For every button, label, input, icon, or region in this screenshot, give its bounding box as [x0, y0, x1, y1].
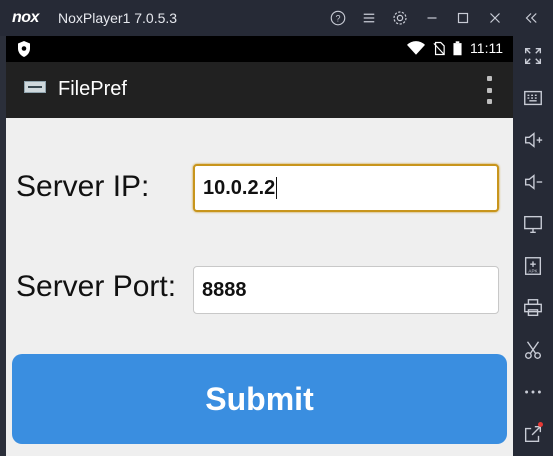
status-time: 11:11	[470, 40, 503, 56]
menu-icon[interactable]	[357, 6, 381, 30]
shield-icon	[18, 41, 30, 57]
close-icon[interactable]	[483, 6, 507, 30]
keyboard-icon[interactable]	[521, 86, 545, 110]
svg-text:?: ?	[335, 13, 340, 23]
minimize-icon[interactable]	[420, 6, 444, 30]
battery-icon	[453, 40, 462, 55]
emulator-side-toolbar: APK	[513, 36, 553, 456]
fullscreen-icon[interactable]	[521, 44, 545, 68]
server-ip-value: 10.0.2.2	[203, 176, 276, 199]
window-title: NoxPlayer1 7.0.5.3	[58, 10, 178, 26]
submit-button[interactable]: Submit	[12, 354, 507, 444]
wifi-icon	[407, 40, 426, 55]
server-ip-input[interactable]: 10.0.2.2	[193, 164, 499, 212]
maximize-icon[interactable]	[451, 6, 475, 30]
settings-icon[interactable]	[388, 6, 412, 30]
app-toolbar: FilePref	[6, 62, 513, 118]
no-sim-icon	[433, 41, 445, 55]
server-port-value: 8888	[202, 278, 247, 301]
nox-logo: nox	[12, 9, 39, 26]
more-icon[interactable]	[521, 380, 545, 404]
volume-up-icon[interactable]	[521, 128, 545, 152]
volume-down-icon[interactable]	[521, 170, 545, 194]
app-title: FilePref	[58, 78, 127, 100]
help-icon[interactable]: ?	[326, 6, 350, 30]
server-ip-label: Server IP:	[16, 170, 150, 203]
server-port-label: Server Port:	[16, 270, 177, 303]
android-status-bar: 11:11	[6, 36, 513, 62]
collapse-sidebar-icon[interactable]	[519, 6, 543, 30]
text-caret	[276, 177, 278, 199]
overflow-menu-icon[interactable]	[485, 76, 493, 104]
android-screen: 11:11 FilePref Server IP: 10.0.2.2 Serve…	[6, 36, 513, 456]
svg-text:APK: APK	[528, 268, 537, 273]
app-launcher-icon	[24, 81, 46, 93]
screen-icon[interactable]	[521, 212, 545, 236]
notification-dot	[538, 422, 543, 427]
add-apk-icon[interactable]: APK	[521, 254, 545, 278]
external-link-icon[interactable]	[521, 422, 545, 446]
server-port-input[interactable]: 8888	[193, 266, 499, 314]
scissors-icon[interactable]	[521, 338, 545, 362]
emulator-title-bar: nox NoxPlayer1 7.0.5.3 ?	[0, 0, 553, 36]
printer-icon[interactable]	[521, 296, 545, 320]
